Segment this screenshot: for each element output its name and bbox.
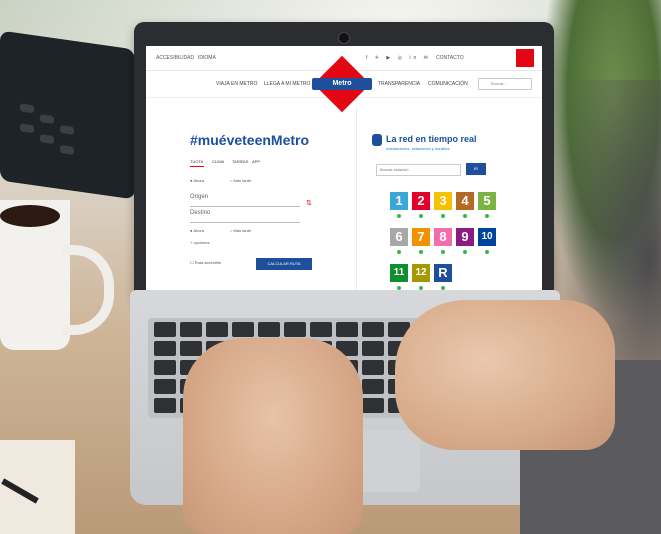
metro-line-6[interactable]: 6	[390, 228, 408, 246]
radio-now-2-label: Ahora	[193, 228, 204, 233]
keyboard-key[interactable]	[362, 360, 384, 375]
metro-line-R[interactable]: R	[434, 264, 452, 282]
keyboard-key[interactable]	[336, 322, 358, 337]
line-status-dot	[441, 250, 445, 254]
line-status-dot	[441, 214, 445, 218]
metro-line-4[interactable]: 4	[456, 192, 474, 210]
webcam	[338, 32, 350, 44]
nav-comunicacion[interactable]: COMUNICACIÓN	[428, 81, 468, 87]
metro-line-11[interactable]: 11	[390, 264, 408, 282]
line-status-dot	[463, 250, 467, 254]
tab-3[interactable]: APP	[252, 159, 260, 164]
phone-key	[20, 123, 34, 134]
metro-line-2[interactable]: 2	[412, 192, 430, 210]
keyboard-key[interactable]	[154, 360, 176, 375]
radio-later-2[interactable]: ○ Más tarde	[230, 228, 251, 233]
keyboard-key[interactable]	[310, 322, 332, 337]
nav-llega[interactable]: LLEGA A MI METRO	[264, 81, 310, 87]
keyboard-key[interactable]	[206, 322, 228, 337]
laptop-screen: ACCESIBILIDAD IDIOMA CONTACTO f ✈ ▶ ◎ in…	[146, 46, 542, 292]
active-tab-underline	[190, 166, 204, 167]
phone-key	[60, 144, 74, 155]
radio-now[interactable]: ● Ahora	[190, 178, 204, 183]
phone-key	[20, 103, 34, 114]
keyboard-key[interactable]	[154, 341, 176, 356]
laptop-lid: ACCESIBILIDAD IDIOMA CONTACTO f ✈ ▶ ◎ in…	[134, 22, 554, 305]
realtime-subtitle[interactable]: Instalaciones, estaciones y horarios	[386, 146, 449, 151]
destination-field[interactable]: Destino	[190, 210, 300, 223]
line-status-dot	[397, 250, 401, 254]
keyboard-key[interactable]	[284, 322, 306, 337]
station-search-input[interactable]: Buscar estación	[376, 164, 461, 176]
line-status-dot	[397, 214, 401, 218]
mug-handle	[62, 245, 114, 335]
keyboard-key[interactable]	[154, 398, 176, 413]
keyboard-key[interactable]	[362, 322, 384, 337]
left-hand	[183, 338, 363, 534]
metro-line-10[interactable]: 10	[478, 228, 496, 246]
keyboard-key[interactable]	[232, 322, 254, 337]
radio-now-label: Ahora	[193, 178, 204, 183]
metro-line-5[interactable]: 5	[478, 192, 496, 210]
keyboard-key[interactable]	[154, 322, 176, 337]
radio-later[interactable]: ○ Más tarde	[230, 178, 251, 183]
nav-transparencia[interactable]: TRANSPARENCIA	[378, 81, 420, 87]
accessible-route-label: Ruta accesible	[194, 260, 221, 265]
keyboard-key[interactable]	[180, 322, 202, 337]
keyboard-key[interactable]	[180, 341, 202, 356]
origin-field[interactable]: Origen	[190, 194, 300, 207]
phone-key	[40, 134, 54, 145]
desk-phone	[0, 30, 135, 200]
radio-later-label: Más tarde	[233, 178, 252, 183]
keyboard-key[interactable]	[362, 398, 384, 413]
search-input[interactable]: Buscar...	[478, 78, 532, 90]
line-status-dot	[485, 250, 489, 254]
swap-icon[interactable]: ⇅	[306, 199, 312, 207]
metro-line-8[interactable]: 8	[434, 228, 452, 246]
hashtag-title: #muéveteenMetro	[190, 132, 310, 148]
phone-key	[60, 124, 74, 135]
metro-line-1[interactable]: 1	[390, 192, 408, 210]
background-scene: ACCESIBILIDAD IDIOMA CONTACTO f ✈ ▶ ◎ in…	[0, 0, 661, 534]
realtime-icon	[372, 134, 382, 146]
phone-key	[40, 114, 54, 125]
metro-line-12[interactable]: 12	[412, 264, 430, 282]
tab-1[interactable]: CLIMA	[212, 159, 224, 164]
accessibility-link[interactable]: ACCESIBILIDAD	[156, 55, 194, 61]
radio-later-2-label: Más tarde	[233, 228, 252, 233]
keyboard-key[interactable]	[362, 341, 384, 356]
language-link[interactable]: IDIOMA	[198, 55, 216, 61]
line-status-dot	[419, 214, 423, 218]
column-divider	[356, 106, 357, 292]
realtime-title: La red en tiempo real	[386, 134, 477, 144]
line-status-dot	[485, 214, 489, 218]
social-icons[interactable]: f ✈ ▶ ◎ in ✉	[366, 55, 431, 61]
calculate-route-button[interactable]: CALCULAR RUTA	[256, 258, 312, 270]
right-hand	[395, 300, 615, 450]
tab-0[interactable]: TUOTA	[190, 159, 203, 164]
nav-viaja[interactable]: VIAJA EN METRO	[216, 81, 257, 87]
metro-logo-text[interactable]: Metro	[312, 78, 372, 90]
radio-now-2[interactable]: ● Ahora	[190, 228, 204, 233]
comunidad-madrid-logo	[516, 49, 534, 67]
keyboard-key[interactable]	[362, 379, 384, 394]
metro-line-9[interactable]: 9	[456, 228, 474, 246]
line-status-dot	[463, 214, 467, 218]
tab-2[interactable]: TARIFAS	[232, 159, 248, 164]
more-options-link[interactable]: + opciones	[190, 240, 209, 245]
metro-line-7[interactable]: 7	[412, 228, 430, 246]
line-status-dot	[419, 250, 423, 254]
keyboard-key[interactable]	[154, 379, 176, 394]
keyboard-key[interactable]	[258, 322, 280, 337]
accessible-route-checkbox[interactable]: ☐ Ruta accesible	[190, 260, 221, 265]
contact-link[interactable]: CONTACTO	[436, 55, 464, 61]
metro-line-3[interactable]: 3	[434, 192, 452, 210]
station-go-button[interactable]: IR	[466, 163, 486, 175]
coffee	[0, 205, 60, 227]
